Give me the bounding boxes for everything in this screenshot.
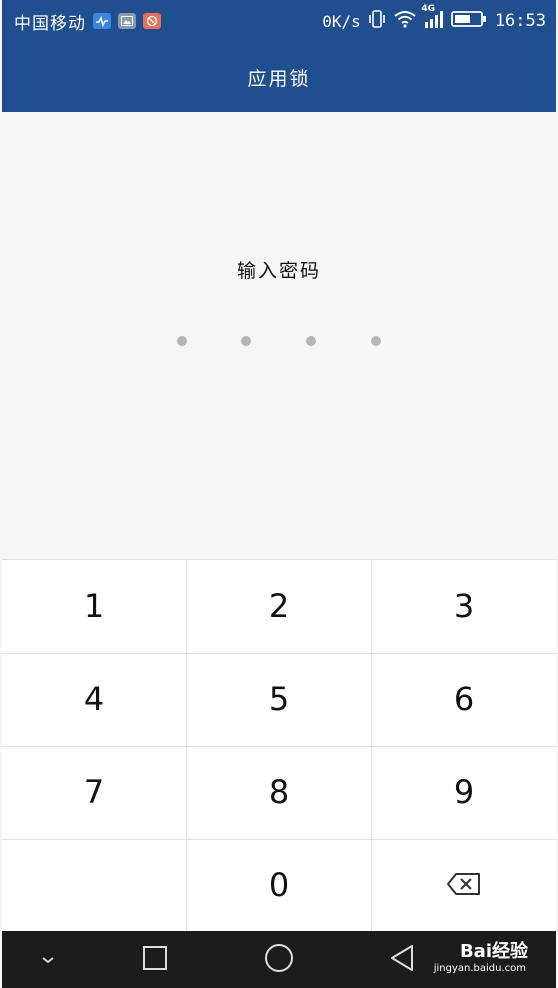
title-bar: 应用锁 bbox=[2, 42, 556, 112]
vibrate-icon bbox=[367, 9, 387, 33]
hide-nav-button[interactable] bbox=[8, 931, 88, 988]
back-icon bbox=[388, 943, 416, 977]
home-button[interactable] bbox=[239, 931, 319, 988]
key-4[interactable]: 4 bbox=[2, 653, 186, 745]
key-2[interactable]: 2 bbox=[187, 560, 371, 652]
blocked-app-icon bbox=[143, 13, 161, 29]
watermark-url: jingyan.baidu.com bbox=[433, 963, 526, 974]
back-button[interactable] bbox=[362, 931, 442, 988]
carrier-name: 中国移动 bbox=[14, 13, 86, 34]
password-dot bbox=[241, 336, 251, 346]
battery-icon bbox=[450, 10, 487, 32]
password-dot bbox=[371, 336, 381, 346]
chevron-down-icon bbox=[40, 950, 56, 969]
recents-button[interactable] bbox=[115, 931, 195, 988]
password-dots bbox=[2, 112, 556, 559]
key-7[interactable]: 7 bbox=[2, 746, 186, 838]
backspace-button[interactable] bbox=[372, 839, 556, 931]
key-8[interactable]: 8 bbox=[187, 746, 371, 838]
password-area: 输入密码 bbox=[2, 112, 556, 559]
gallery-app-icon bbox=[118, 13, 136, 29]
clock: 16:53 bbox=[494, 11, 546, 31]
signal-icon bbox=[423, 9, 445, 33]
page-title: 应用锁 bbox=[247, 68, 311, 90]
password-dot bbox=[306, 336, 316, 346]
status-left: 中国移动 bbox=[14, 9, 161, 34]
password-dot bbox=[177, 336, 187, 346]
phone-screen: 中国移动 4G 0K/s 16:53 应用锁 输入密码 1 2 3 4 5 6 … bbox=[2, 0, 556, 988]
wifi-icon bbox=[393, 9, 417, 33]
key-9[interactable]: 9 bbox=[372, 746, 556, 838]
backspace-icon bbox=[446, 866, 482, 904]
key-1[interactable]: 1 bbox=[2, 560, 186, 652]
watermark-brand: Bai经验 bbox=[459, 941, 528, 962]
health-app-icon bbox=[93, 13, 111, 29]
navigation-bar: Bai经验 jingyan.baidu.com bbox=[2, 931, 556, 988]
net-speed: 0K/s bbox=[322, 11, 361, 31]
key-0[interactable]: 0 bbox=[187, 839, 371, 931]
key-5[interactable]: 5 bbox=[187, 653, 371, 745]
status-bar: 中国移动 4G 0K/s 16:53 bbox=[2, 0, 556, 42]
numeric-keypad: 1 2 3 4 5 6 7 8 9 0 bbox=[2, 559, 556, 932]
home-icon bbox=[263, 942, 295, 978]
status-right: 0K/s 16:53 bbox=[322, 9, 546, 33]
recents-icon bbox=[141, 944, 169, 976]
key-6[interactable]: 6 bbox=[372, 653, 556, 745]
key-3[interactable]: 3 bbox=[372, 560, 556, 652]
key-empty bbox=[2, 839, 186, 931]
